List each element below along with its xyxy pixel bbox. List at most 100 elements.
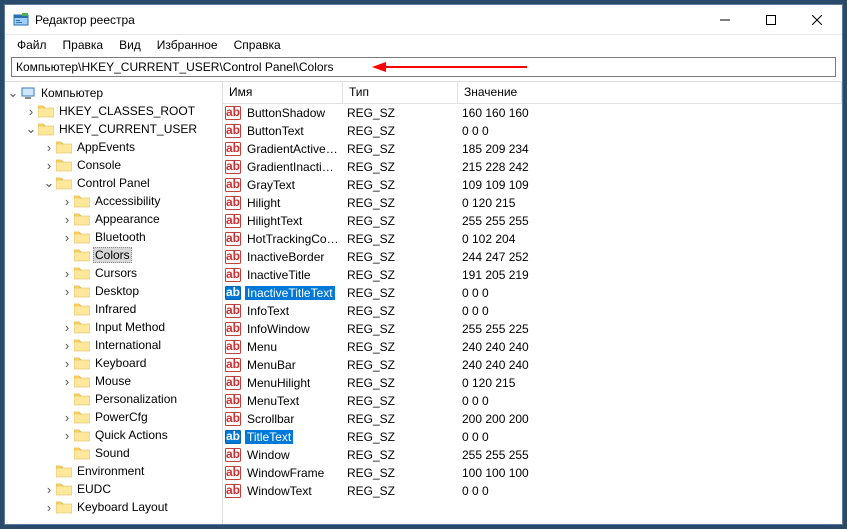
expander-icon[interactable]: › (61, 230, 73, 245)
folder-icon (74, 266, 90, 280)
titlebar[interactable]: Редактор реестра (5, 5, 842, 35)
expander-icon[interactable]: › (61, 212, 73, 227)
close-button[interactable] (794, 5, 840, 34)
string-value-icon: ab (225, 214, 241, 228)
tree-node-hkcu[interactable]: ⌄HKEY_CURRENT_USER (7, 120, 222, 138)
string-value-icon: ab (225, 232, 241, 246)
svg-text:ab: ab (226, 448, 240, 461)
tree-node-bluetooth[interactable]: › Bluetooth (7, 228, 222, 246)
tree-node-colors[interactable]: Colors (7, 246, 222, 264)
expander-icon[interactable]: ⌄ (7, 85, 19, 101)
folder-icon (74, 392, 90, 406)
expander-icon[interactable]: › (43, 158, 55, 173)
expander-icon[interactable]: › (61, 374, 73, 389)
value-row[interactable]: abInfoTextREG_SZ0 0 0 (223, 302, 842, 320)
expander-icon[interactable]: ⌄ (25, 121, 37, 137)
value-row[interactable]: abButtonTextREG_SZ0 0 0 (223, 122, 842, 140)
tree-node-desktop[interactable]: ›Desktop (7, 282, 222, 300)
expander-icon[interactable]: › (61, 194, 73, 209)
tree-node-inputMethod[interactable]: ›Input Method (7, 318, 222, 336)
tree-node-environment[interactable]: Environment (7, 462, 222, 480)
value-row[interactable]: abGradientActiveT...REG_SZ185 209 234 (223, 140, 842, 158)
value-row[interactable]: abMenuREG_SZ240 240 240 (223, 338, 842, 356)
value-row[interactable]: abInfoWindowREG_SZ255 255 225 (223, 320, 842, 338)
value-row[interactable]: abWindowFrameREG_SZ100 100 100 (223, 464, 842, 482)
tree-node-keyboard[interactable]: ›Keyboard (7, 354, 222, 372)
list-body[interactable]: abButtonShadowREG_SZ160 160 160abButtonT… (223, 104, 842, 524)
expander-icon[interactable]: › (43, 482, 55, 497)
value-row[interactable]: abHilightTextREG_SZ255 255 255 (223, 212, 842, 230)
menu-edit[interactable]: Правка (55, 36, 112, 54)
minimize-button[interactable] (702, 5, 748, 34)
value-type: REG_SZ (341, 358, 456, 372)
tree-node-appEvents[interactable]: ›AppEvents (7, 138, 222, 156)
tree-panel[interactable]: ⌄Компьютер›HKEY_CLASSES_ROOT⌄HKEY_CURREN… (5, 82, 223, 524)
expander-icon[interactable]: › (61, 266, 73, 281)
tree-label: International (93, 338, 163, 352)
expander-icon[interactable]: › (61, 428, 73, 443)
expander-icon[interactable]: › (61, 338, 73, 353)
expander-icon[interactable]: › (43, 140, 55, 155)
value-row[interactable]: abHilightREG_SZ0 120 215 (223, 194, 842, 212)
tree-node-hkcr[interactable]: ›HKEY_CLASSES_ROOT (7, 102, 222, 120)
tree-node-controlPanel[interactable]: ⌄Control Panel (7, 174, 222, 192)
value-name: GrayText (245, 178, 297, 192)
tree-label: Infrared (93, 302, 138, 316)
folder-icon (74, 230, 90, 244)
tree-node-international[interactable]: › International (7, 336, 222, 354)
tree-node-personalization[interactable]: Personalization (7, 390, 222, 408)
value-row[interactable]: abScrollbarREG_SZ200 200 200 (223, 410, 842, 428)
value-row[interactable]: abGrayTextREG_SZ109 109 109 (223, 176, 842, 194)
menu-help[interactable]: Справка (226, 36, 289, 54)
value-row[interactable]: abWindowTextREG_SZ0 0 0 (223, 482, 842, 500)
expander-icon[interactable]: › (61, 284, 73, 299)
column-type[interactable]: Тип (343, 82, 458, 103)
column-value[interactable]: Значение (458, 82, 842, 103)
svg-text:ab: ab (226, 340, 240, 353)
tree-node-root[interactable]: ⌄Компьютер (7, 84, 222, 102)
tree-node-eudc[interactable]: ›EUDC (7, 480, 222, 498)
expander-icon[interactable]: › (61, 410, 73, 425)
maximize-button[interactable] (748, 5, 794, 34)
value-row[interactable]: abHotTrackingColorREG_SZ0 102 204 (223, 230, 842, 248)
value-row[interactable]: abMenuHilightREG_SZ0 120 215 (223, 374, 842, 392)
tree-node-quickActions[interactable]: ›Quick Actions (7, 426, 222, 444)
string-value-icon: ab (225, 394, 241, 408)
value-row[interactable]: abButtonShadowREG_SZ160 160 160 (223, 104, 842, 122)
column-name[interactable]: Имя (223, 82, 343, 103)
value-row[interactable]: abMenuBarREG_SZ240 240 240 (223, 356, 842, 374)
tree-node-mouse[interactable]: ›Mouse (7, 372, 222, 390)
tree-node-keyboardLayout[interactable]: ›Keyboard Layout (7, 498, 222, 516)
value-row[interactable]: abMenuTextREG_SZ0 0 0 (223, 392, 842, 410)
string-value-icon: ab (225, 304, 241, 318)
tree-label: Bluetooth (93, 230, 148, 244)
svg-text:ab: ab (226, 358, 240, 371)
expander-icon[interactable]: › (43, 500, 55, 515)
tree-node-sound[interactable]: Sound (7, 444, 222, 462)
value-row[interactable]: abTitleTextREG_SZ0 0 0 (223, 428, 842, 446)
tree-node-cursors[interactable]: ›Cursors (7, 264, 222, 282)
tree-node-accessibility[interactable]: ›Accessibility (7, 192, 222, 210)
folder-icon (74, 428, 90, 442)
address-bar[interactable]: Компьютер\HKEY_CURRENT_USER\Control Pane… (11, 57, 836, 77)
value-data: 0 0 0 (456, 430, 842, 444)
svg-text:ab: ab (226, 106, 240, 119)
value-row[interactable]: abInactiveBorderREG_SZ244 247 252 (223, 248, 842, 266)
value-name: Scrollbar (245, 412, 296, 426)
tree-node-appearance[interactable]: ›Appearance (7, 210, 222, 228)
expander-icon[interactable]: › (61, 320, 73, 335)
expander-icon[interactable]: › (61, 356, 73, 371)
value-row[interactable]: abWindowREG_SZ255 255 255 (223, 446, 842, 464)
expander-icon[interactable]: ⌄ (43, 175, 55, 191)
menu-favorites[interactable]: Избранное (149, 36, 226, 54)
value-row[interactable]: abInactiveTitleREG_SZ191 205 219 (223, 266, 842, 284)
tree-node-console[interactable]: ›Console (7, 156, 222, 174)
value-row[interactable]: abGradientInactive...REG_SZ215 228 242 (223, 158, 842, 176)
value-type: REG_SZ (341, 412, 456, 426)
tree-node-powerCfg[interactable]: ›PowerCfg (7, 408, 222, 426)
value-row[interactable]: abInactiveTitleTextREG_SZ0 0 0 (223, 284, 842, 302)
expander-icon[interactable]: › (25, 104, 37, 119)
tree-node-infrared[interactable]: Infrared (7, 300, 222, 318)
menu-file[interactable]: Файл (9, 36, 55, 54)
menu-view[interactable]: Вид (111, 36, 149, 54)
